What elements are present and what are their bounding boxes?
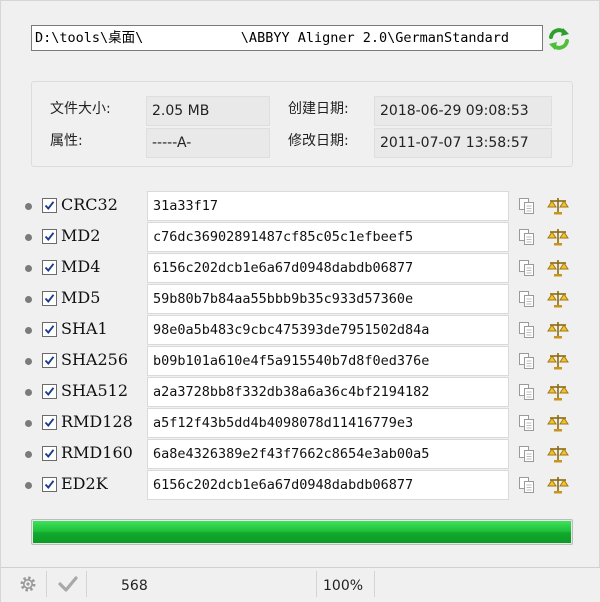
status-dot (25, 358, 32, 365)
rmd160-hash-field[interactable]: 6a8e4326389e2f43f7662c8654e3ab00a5 (147, 439, 509, 469)
checkmark-icon[interactable] (57, 574, 79, 594)
copy-icon[interactable] (517, 289, 537, 309)
status-check-cell (47, 571, 87, 597)
algorithm-label: RMD128 (61, 412, 133, 431)
hash-row-rmd128: RMD128 a5f12f43b5dd4b4098078d11416779e3 (25, 408, 573, 438)
rmd128-hash-field[interactable]: a5f12f43b5dd4b4098078d11416779e3 (147, 408, 509, 438)
status-count-cell: 568 (87, 571, 317, 597)
hash-row-md5: MD5 59b80b7b84aa55bbb9b35c933d57360e (25, 284, 573, 314)
md4-hash-field[interactable]: 6156c202dcb1e6a67d0948dabdb06877 (147, 253, 509, 283)
crc32-hash-field[interactable]: 31a33f17 (147, 191, 509, 221)
modified-date-label: 修改日期: (288, 133, 349, 149)
file-info-group: 文件大小: 2.05 MB 属性: -----A- 创建日期: 2018-06-… (31, 81, 573, 167)
algorithm-label: SHA1 (61, 319, 108, 338)
status-dot (25, 389, 32, 396)
ed2k-hash-field[interactable]: 6156c202dcb1e6a67d0948dabdb06877 (147, 470, 509, 500)
sha256-checkbox[interactable] (42, 353, 57, 368)
md5-checkbox[interactable] (42, 291, 57, 306)
status-dot (25, 451, 32, 458)
copy-icon[interactable] (517, 475, 537, 495)
algorithm-label: ED2K (61, 474, 108, 493)
copy-icon[interactable] (517, 258, 537, 278)
compare-scale-icon[interactable] (547, 196, 569, 216)
copy-icon[interactable] (517, 196, 537, 216)
file-size-value: 2.05 MB (146, 96, 270, 126)
progress-fill (33, 521, 571, 543)
rmd128-checkbox[interactable] (42, 415, 57, 430)
attributes-value: -----A- (146, 128, 270, 158)
created-date-label: 创建日期: (288, 101, 349, 117)
copy-icon[interactable] (517, 227, 537, 247)
hash-row-sha256: SHA256 b09b101a610e4f5a915540b7d8f0ed376e (25, 346, 573, 376)
sha512-hash-field[interactable]: a2a3728bb8f332db38a6a36c4bf2194182 (147, 377, 509, 407)
gear-icon[interactable] (18, 574, 38, 594)
compare-scale-icon[interactable] (547, 351, 569, 371)
hash-row-md4: MD4 6156c202dcb1e6a67d0948dabdb06877 (25, 253, 573, 283)
status-dot (25, 234, 32, 241)
md2-hash-field[interactable]: c76dc36902891487cf85c05c1efbeef5 (147, 222, 509, 252)
copy-icon[interactable] (517, 444, 537, 464)
hash-row-md2: MD2 c76dc36902891487cf85c05c1efbeef5 (25, 222, 573, 252)
status-bar: 568 100% (1, 567, 600, 602)
hash-tool-window: D:\tools\桌面\ \ABBYY Aligner 2.0\GermanSt… (0, 0, 600, 602)
status-count: 568 (121, 578, 148, 594)
algorithm-label: MD2 (61, 226, 101, 245)
sha512-checkbox[interactable] (42, 384, 57, 399)
status-settings-cell (1, 571, 47, 597)
sha1-checkbox[interactable] (42, 322, 57, 337)
compare-scale-icon[interactable] (547, 444, 569, 464)
file-path-field[interactable]: D:\tools\桌面\ \ABBYY Aligner 2.0\GermanSt… (31, 25, 543, 51)
status-dot (25, 420, 32, 427)
status-dot (25, 265, 32, 272)
file-size-label: 文件大小: (50, 101, 111, 117)
status-dot (25, 203, 32, 210)
compare-scale-icon[interactable] (547, 227, 569, 247)
compare-scale-icon[interactable] (547, 413, 569, 433)
algorithm-label: MD5 (61, 288, 101, 307)
copy-icon[interactable] (517, 413, 537, 433)
compare-scale-icon[interactable] (547, 475, 569, 495)
crc32-checkbox[interactable] (42, 198, 57, 213)
md4-checkbox[interactable] (42, 260, 57, 275)
sha1-hash-field[interactable]: 98e0a5b483c9cbc475393de7951502d84a (147, 315, 509, 345)
copy-icon[interactable] (517, 320, 537, 340)
md5-hash-field[interactable]: 59b80b7b84aa55bbb9b35c933d57360e (147, 284, 509, 314)
compare-scale-icon[interactable] (547, 382, 569, 402)
hash-row-sha512: SHA512 a2a3728bb8f332db38a6a36c4bf2194182 (25, 377, 573, 407)
sha256-hash-field[interactable]: b09b101a610e4f5a915540b7d8f0ed376e (147, 346, 509, 376)
copy-icon[interactable] (517, 351, 537, 371)
hash-row-rmd160: RMD160 6a8e4326389e2f43f7662c8654e3ab00a5 (25, 439, 573, 469)
compare-scale-icon[interactable] (547, 320, 569, 340)
created-date-value: 2018-06-29 09:08:53 (374, 96, 552, 126)
hash-row-ed2k: ED2K 6156c202dcb1e6a67d0948dabdb06877 (25, 470, 573, 500)
status-dot (25, 296, 32, 303)
progress-bar (31, 519, 573, 545)
algorithm-label: SHA256 (61, 350, 129, 369)
algorithm-label: RMD160 (61, 443, 133, 462)
ed2k-checkbox[interactable] (42, 477, 57, 492)
refresh-icon[interactable] (547, 27, 571, 51)
md2-checkbox[interactable] (42, 229, 57, 244)
hash-row-sha1: SHA1 98e0a5b483c9cbc475393de7951502d84a (25, 315, 573, 345)
status-percent: 100% (323, 578, 364, 594)
algorithm-label: MD4 (61, 257, 101, 276)
rmd160-checkbox[interactable] (42, 446, 57, 461)
compare-scale-icon[interactable] (547, 289, 569, 309)
modified-date-value: 2011-07-07 13:58:57 (374, 128, 552, 158)
status-percent-cell: 100% (317, 571, 375, 597)
status-dot (25, 482, 32, 489)
copy-icon[interactable] (517, 382, 537, 402)
algorithm-label: CRC32 (61, 195, 118, 214)
status-dot (25, 327, 32, 334)
attributes-label: 属性: (50, 133, 83, 149)
hash-row-crc32: CRC32 31a33f17 (25, 191, 573, 221)
compare-scale-icon[interactable] (547, 258, 569, 278)
algorithm-label: SHA512 (61, 381, 129, 400)
